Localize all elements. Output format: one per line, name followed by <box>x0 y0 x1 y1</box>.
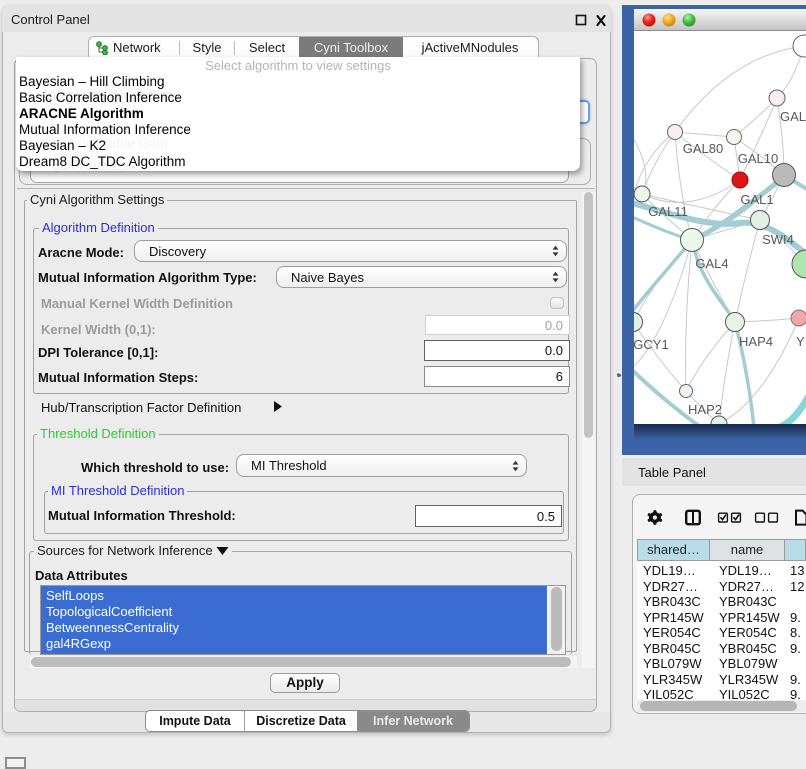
svg-text:SWI4: SWI4 <box>762 232 794 247</box>
svg-text:GAL10: GAL10 <box>738 151 778 166</box>
svg-text:GCY1: GCY1 <box>634 337 669 352</box>
svg-text:HAP4: HAP4 <box>739 334 773 349</box>
svg-text:GAL4: GAL4 <box>695 256 728 271</box>
svg-text:GAL80: GAL80 <box>683 141 723 156</box>
svg-text:HAP2: HAP2 <box>688 402 722 417</box>
svg-text:Y: Y <box>796 334 805 349</box>
svg-text:GAL1: GAL1 <box>740 192 773 207</box>
svg-text:GAL7: GAL7 <box>780 109 806 124</box>
svg-text:GAL11: GAL11 <box>648 204 688 219</box>
